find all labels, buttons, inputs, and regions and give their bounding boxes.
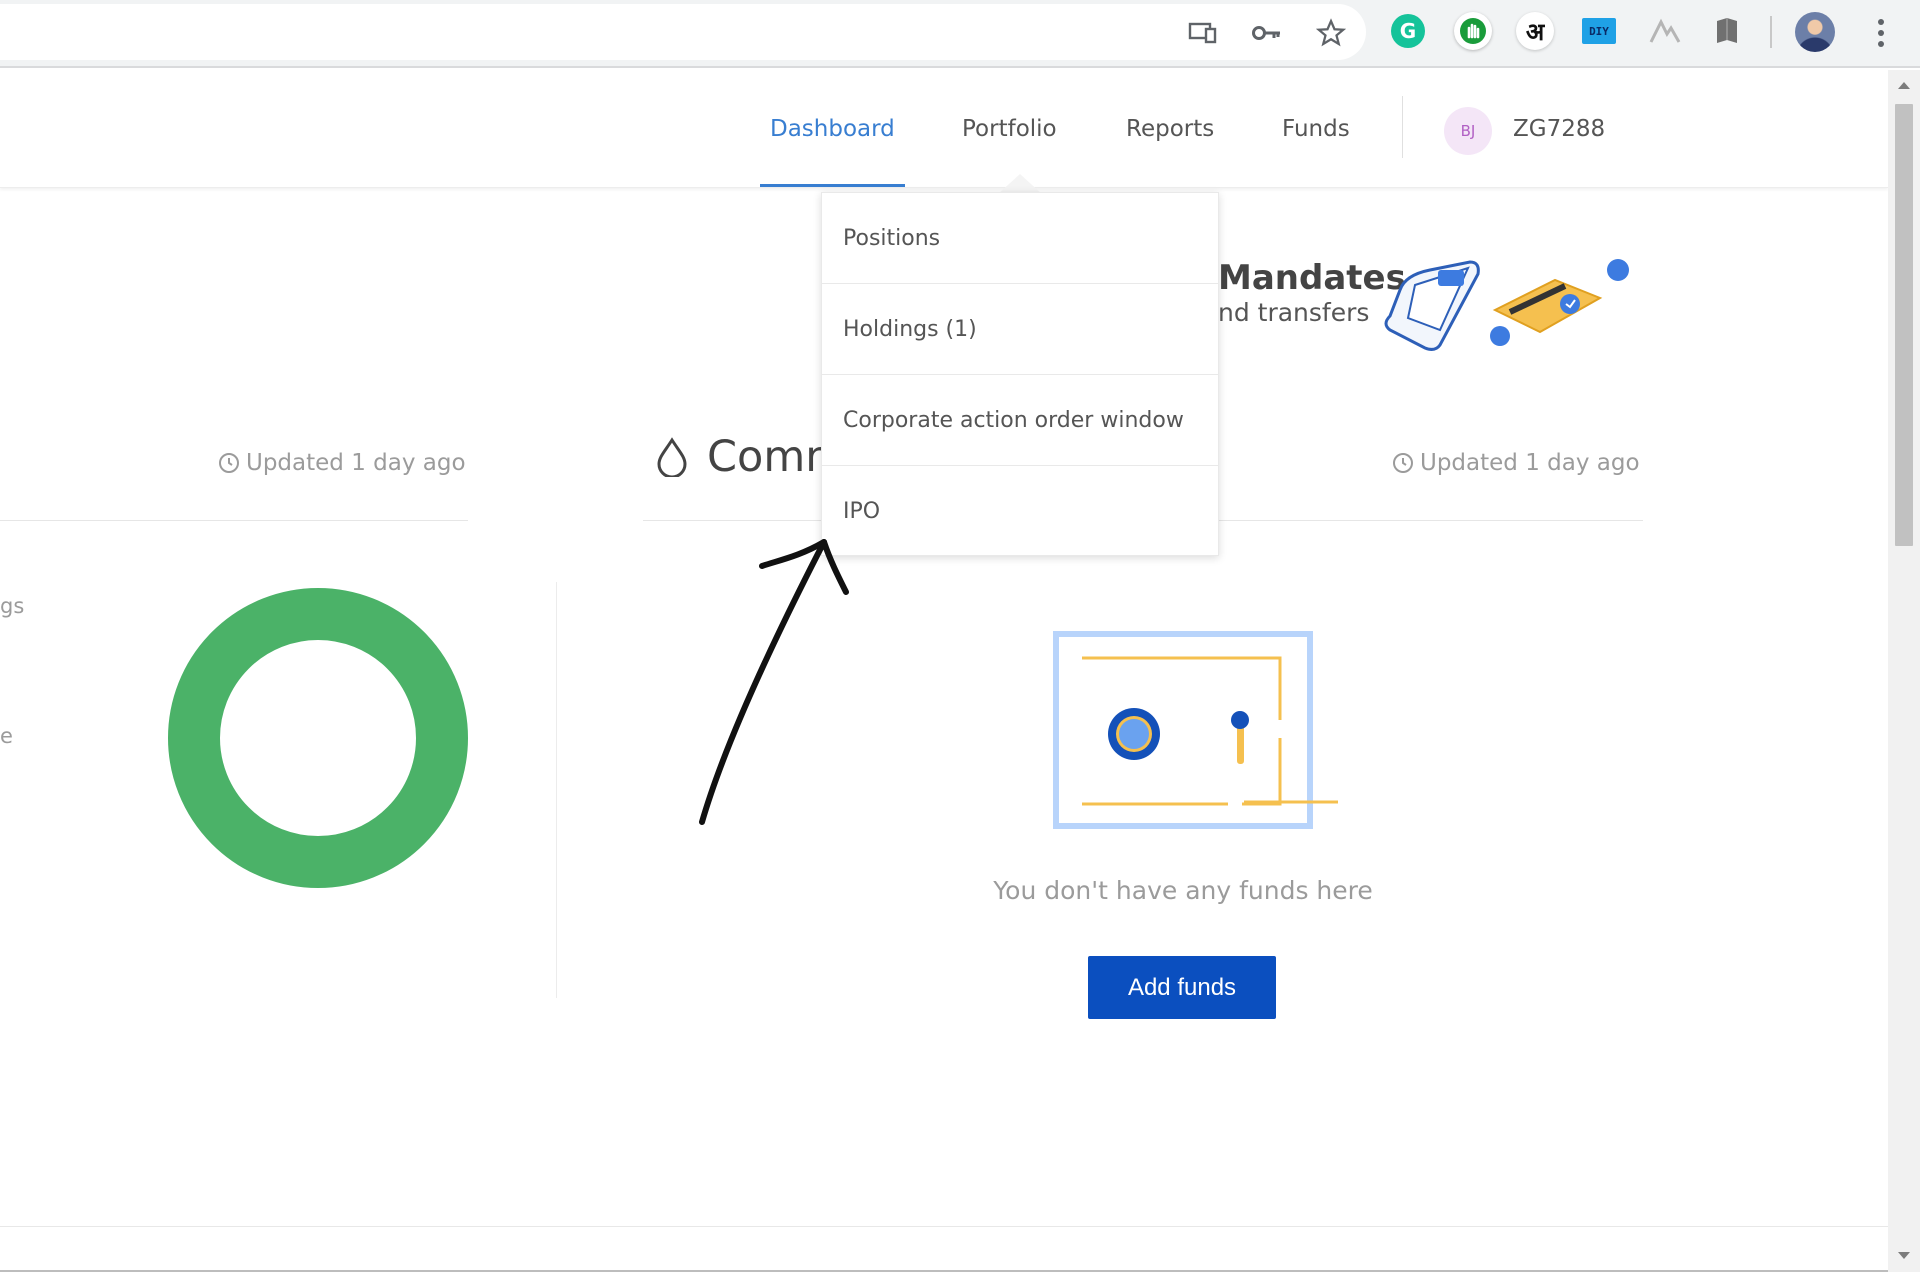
nav-funds[interactable]: Funds: [1282, 116, 1350, 142]
grammarly-icon[interactable]: G: [1391, 14, 1425, 48]
cast-icon[interactable]: [1188, 18, 1218, 48]
legend-fragment-2: e: [0, 724, 13, 748]
browser-toolbar: G अ DIY: [0, 0, 1920, 68]
dropdown-caret: [998, 174, 1042, 194]
profile-avatar[interactable]: [1795, 12, 1835, 52]
scroll-up-icon[interactable]: [1898, 82, 1910, 89]
active-tab-indicator: [760, 184, 905, 187]
holdings-donut-chart[interactable]: [168, 588, 468, 888]
left-divider: [0, 520, 468, 521]
dropdown-item-positions[interactable]: Positions: [822, 193, 1218, 284]
nav-divider: [1402, 96, 1403, 158]
dropdown-item-holdings[interactable]: Holdings (1): [822, 284, 1218, 375]
avatar[interactable]: BJ: [1444, 107, 1492, 155]
mandates-illustration: [1380, 240, 1640, 360]
left-updated-text: Updated 1 day ago: [246, 450, 466, 476]
legend-fragment-1: gs: [0, 594, 25, 618]
banner-title[interactable]: Mandates: [1218, 258, 1406, 298]
diy-icon[interactable]: DIY: [1582, 18, 1616, 44]
commodity-updated-status: Updated 1 day ago: [1392, 450, 1640, 476]
dropdown-item-ipo[interactable]: IPO: [822, 466, 1218, 557]
add-funds-button[interactable]: Add funds: [1088, 956, 1276, 1019]
user-id[interactable]: ZG7288: [1513, 116, 1605, 142]
toolbar-separator: [1770, 16, 1772, 48]
empty-state: You don't have any funds here: [960, 876, 1406, 916]
hindi-icon[interactable]: अ: [1516, 12, 1554, 50]
key-icon[interactable]: [1252, 18, 1282, 48]
hindi-glyph: अ: [1525, 17, 1545, 46]
nav-reports[interactable]: Reports: [1126, 116, 1214, 142]
banner-subtitle: nd transfers: [1218, 298, 1370, 327]
diy-glyph: DIY: [1589, 24, 1609, 38]
clock-icon: [219, 453, 239, 473]
mountain-icon[interactable]: [1646, 12, 1684, 50]
annotation-arrow: [699, 539, 849, 825]
address-bar[interactable]: [0, 4, 1366, 60]
nav-dashboard[interactable]: Dashboard: [770, 116, 895, 142]
empty-safe-illustration: [1052, 630, 1342, 830]
scroll-thumb[interactable]: [1895, 104, 1913, 546]
dropdown-item-corporate-action[interactable]: Corporate action order window: [822, 375, 1218, 466]
left-updated-status: Updated 1 day ago: [218, 450, 466, 476]
content-bottom-divider: [0, 1226, 1888, 1227]
hand-icon[interactable]: [1454, 12, 1492, 50]
drop-icon: [657, 437, 687, 477]
commodity-updated-text: Updated 1 day ago: [1420, 450, 1640, 476]
book-icon[interactable]: [1708, 12, 1746, 50]
nav-portfolio[interactable]: Portfolio: [962, 116, 1057, 142]
star-icon[interactable]: [1316, 18, 1346, 48]
scroll-down-icon[interactable]: [1898, 1252, 1910, 1259]
menu-icon[interactable]: [1866, 16, 1896, 50]
clock-icon: [1393, 453, 1413, 473]
vertical-scrollbar[interactable]: [1888, 70, 1920, 1272]
commodity-title: Comm: [655, 432, 847, 482]
app-header: Dashboard Portfolio Reports Funds BJ ZG7…: [0, 70, 1888, 188]
portfolio-dropdown: Positions Holdings (1) Corporate action …: [821, 192, 1219, 556]
column-divider: [556, 582, 557, 998]
grammarly-glyph: G: [1399, 19, 1417, 43]
empty-message: You don't have any funds here: [993, 876, 1373, 905]
